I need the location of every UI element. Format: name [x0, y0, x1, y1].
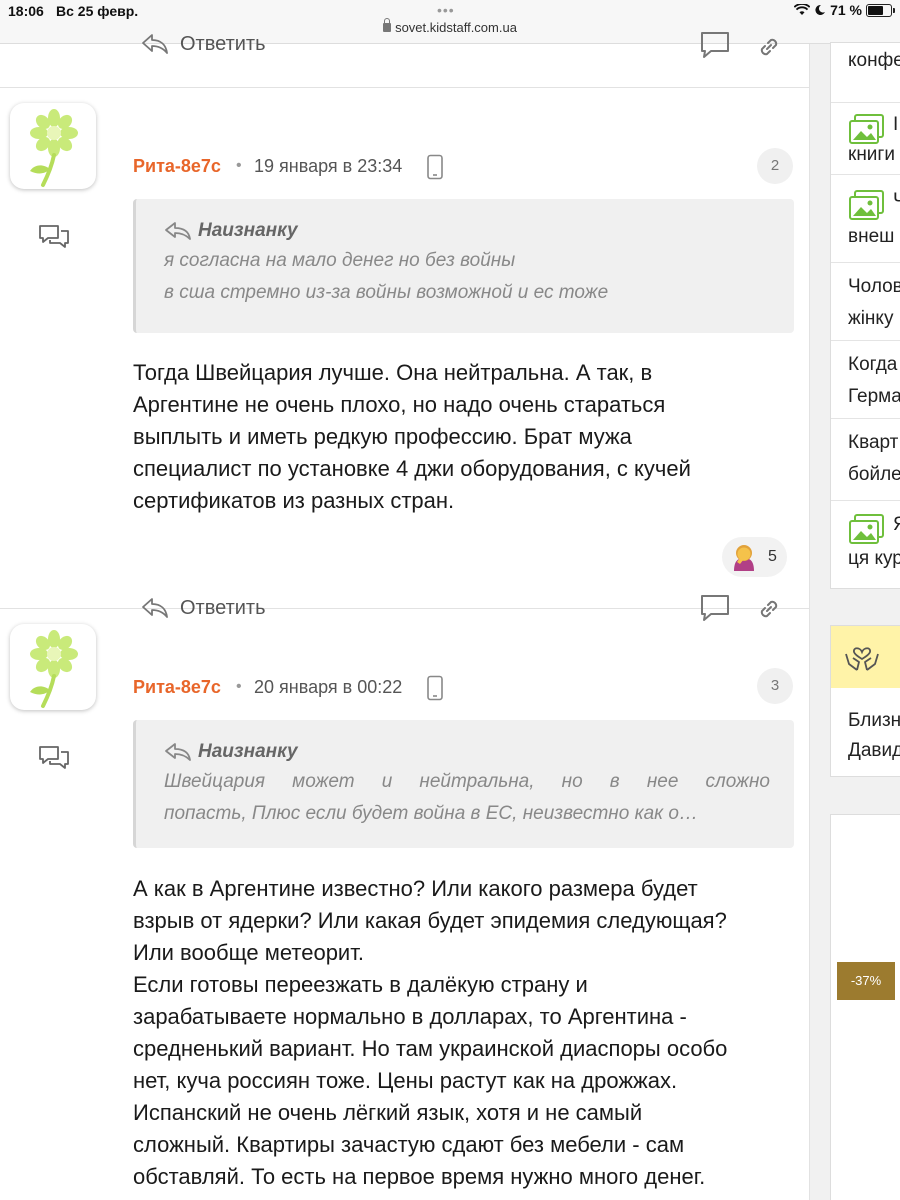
topic-title: ця кур [848, 548, 900, 569]
body-line: Аргентине не очень плохо, но надо очень … [133, 392, 666, 417]
body-line: средненький вариант. Но там украинской д… [133, 1036, 728, 1061]
quote-text-line: в сша стремно из-за войны возможной и ес… [164, 282, 609, 303]
comment-date: 20 января в 00:22 [254, 677, 403, 697]
promo-card[interactable]: Близн Давид [830, 625, 900, 777]
prev-comment-actions: Ответить [0, 32, 810, 88]
related-topic-item[interactable]: Я ця кур [831, 501, 900, 588]
flower-avatar-icon [30, 630, 78, 708]
status-date: Вс 25 февр. [56, 3, 139, 19]
battery-icon [866, 3, 895, 17]
promo-title: Давид [848, 740, 900, 761]
topic-title: Ч [893, 185, 900, 217]
separator-dot: • [236, 157, 242, 174]
body-line: сертификатов из разных стран. [133, 488, 455, 513]
topic-title: Кварт [848, 432, 899, 453]
body-line: Или вообще метеорит. [133, 940, 364, 965]
topic-title: Когда [848, 354, 898, 375]
quote-reply-icon [165, 222, 191, 240]
related-topic-item[interactable]: Когда Герма [831, 341, 900, 419]
comment-body: Тогда Швейцария лучше. Она нейтральна. А… [133, 357, 803, 517]
comment: Рита-8е7с • 19 января в 23:34 2 Наизнанк… [0, 88, 810, 621]
quote-author-name: Наизнанку [198, 741, 298, 762]
comment-number-badge[interactable]: 3 [757, 668, 793, 704]
link-icon[interactable] [756, 34, 782, 60]
moon-icon [815, 4, 826, 15]
related-topic-item[interactable]: Чолов жінку [831, 263, 900, 341]
quote-text-line: попасть, Плюс если будет война в ЕС, неи… [164, 803, 698, 824]
topic-title: конфе [848, 50, 900, 71]
avatar[interactable] [10, 624, 96, 710]
topic-title: книги [848, 144, 895, 165]
reply-icon [142, 34, 168, 54]
multitask-dots-icon[interactable]: ••• [437, 2, 455, 18]
topic-title: Герма [848, 386, 900, 407]
image-icon [849, 514, 884, 544]
quote-author-name: Наизнанку [198, 220, 298, 241]
related-topic-item[interactable]: конфе [831, 43, 900, 103]
mobile-device-icon [427, 675, 443, 701]
facepalm-emoji-icon [734, 545, 754, 571]
prev-reply-button[interactable]: Ответить [140, 32, 266, 56]
comment-author[interactable]: Рита-8е7с [133, 156, 221, 177]
chat-icon[interactable] [37, 744, 71, 772]
flower-avatar-icon [30, 109, 78, 187]
comment-date: 19 января в 23:34 [254, 156, 403, 176]
body-line: выплыть и иметь редкую профессию. Брат м… [133, 424, 632, 449]
reaction-count: 5 [768, 548, 777, 565]
avatar[interactable] [10, 103, 96, 189]
separator-dot: • [236, 678, 242, 695]
related-topic-item[interactable]: Ч внеш [831, 175, 900, 263]
topic-title: Чолов [848, 276, 900, 297]
quote-text-line: я согласна на мало денег но без войны [164, 250, 516, 271]
topic-title: жінку [848, 308, 894, 329]
related-topic-item[interactable]: І книги [831, 103, 900, 175]
quote-author[interactable]: Наизнанку [164, 217, 770, 245]
comment-number-badge[interactable]: 2 [757, 148, 793, 184]
lock-icon [383, 18, 392, 32]
chat-icon[interactable] [37, 223, 71, 251]
comment-icon[interactable] [698, 30, 732, 60]
quote-block: Наизнанку Швейцария может и нейтральна, … [133, 720, 794, 848]
related-topics-card: конфе І книги Ч внеш Чолов жінку Когда Г… [830, 42, 900, 589]
body-line: Если готовы переезжать в далёкую страну … [133, 972, 588, 997]
comments-column: Ответить Рита-8е7с • 19 января в 23:34 2… [0, 32, 810, 1200]
quote-reply-icon [165, 743, 191, 761]
sidebar: конфе І книги Ч внеш Чолов жінку Когда Г… [830, 42, 900, 1200]
reply-label: Ответить [180, 32, 266, 55]
promo-header [831, 626, 900, 688]
product-card[interactable]: -37% [830, 814, 900, 1200]
topic-title: внеш [848, 226, 895, 247]
body-line: А как в Аргентине известно? Или какого р… [133, 876, 698, 901]
url-text: sovet.kidstaff.com.ua [395, 20, 517, 35]
body-line: взрыв от ядерки? Или какая будет эпидеми… [133, 908, 727, 933]
topic-title: І [893, 114, 899, 135]
comment-author[interactable]: Рита-8е7с [133, 677, 221, 698]
quote-text-line: Швейцария может и нейтральна, но в нее с… [164, 771, 770, 792]
wifi-icon [794, 4, 811, 15]
status-indicators: 71 % [794, 2, 895, 18]
comment: Рита-8е7с • 20 января в 00:22 3 Наизнанк… [0, 609, 810, 1200]
body-line: специалист по установке 4 джи оборудован… [133, 456, 691, 481]
quote-block: Наизнанку я согласна на мало денег но бе… [133, 199, 794, 333]
promo-title: Близн [848, 710, 900, 731]
body-line: Испанский не очень лёгкий язык, хотя и н… [133, 1100, 643, 1125]
body-line: обставляй. То есть на первое время нужно… [133, 1164, 706, 1189]
comment-body: А как в Аргентине известно? Или какого р… [133, 873, 803, 1193]
mobile-device-icon [427, 154, 443, 180]
quote-author[interactable]: Наизнанку [164, 738, 770, 766]
image-icon [849, 190, 884, 220]
topic-title: Я [893, 509, 900, 541]
battery-percent: 71 % [830, 2, 862, 18]
status-time: 18:06 [8, 3, 44, 19]
address-bar[interactable]: sovet.kidstaff.com.ua [0, 18, 900, 35]
body-line: нет, куча россиян тоже. Цены растут как … [133, 1068, 678, 1093]
discount-badge: -37% [837, 962, 895, 1000]
hands-heart-icon [845, 647, 879, 671]
body-line: сложный. Квартиры зачастую сдают без меб… [133, 1132, 685, 1157]
body-line: зарабатываете нормально в долларах, то А… [133, 1004, 687, 1029]
body-line: Тогда Швейцария лучше. Она нейтральна. А… [133, 360, 653, 385]
topic-title: бойле [848, 464, 900, 485]
related-topic-item[interactable]: Кварт бойле [831, 419, 900, 501]
reaction-badge[interactable]: 5 [722, 537, 787, 577]
